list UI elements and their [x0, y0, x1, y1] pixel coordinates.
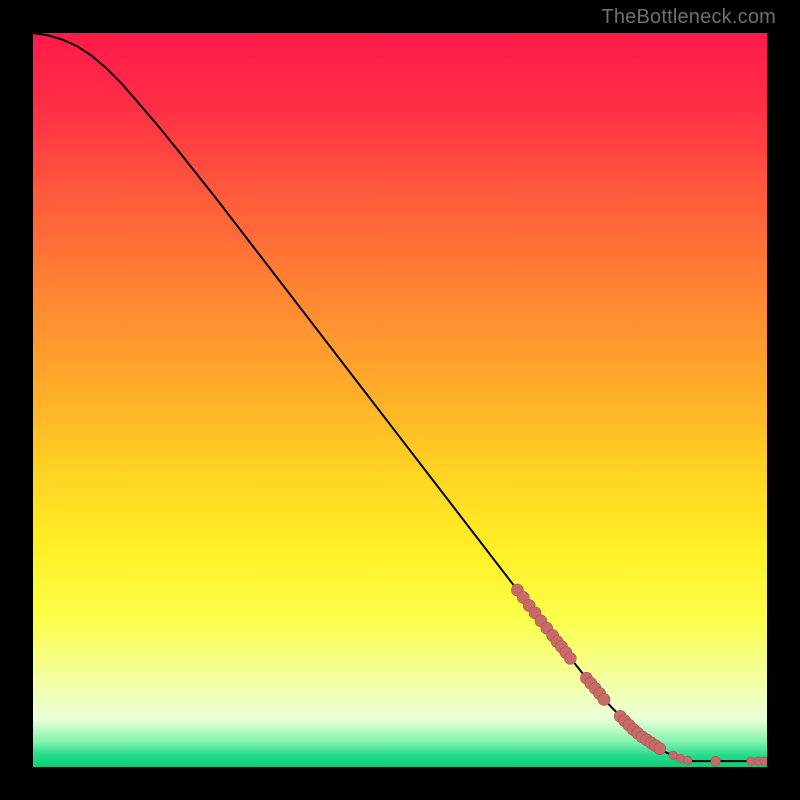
chart-frame: TheBottleneck.com — [0, 0, 800, 800]
chart-svg — [33, 33, 767, 767]
plot-area — [33, 33, 767, 767]
data-marker — [654, 743, 666, 755]
data-marker — [564, 652, 576, 664]
data-marker — [760, 757, 767, 765]
gradient-background — [33, 33, 767, 767]
data-marker — [684, 756, 692, 764]
data-marker — [711, 756, 721, 766]
data-marker — [598, 693, 610, 705]
attribution-label: TheBottleneck.com — [601, 6, 776, 29]
